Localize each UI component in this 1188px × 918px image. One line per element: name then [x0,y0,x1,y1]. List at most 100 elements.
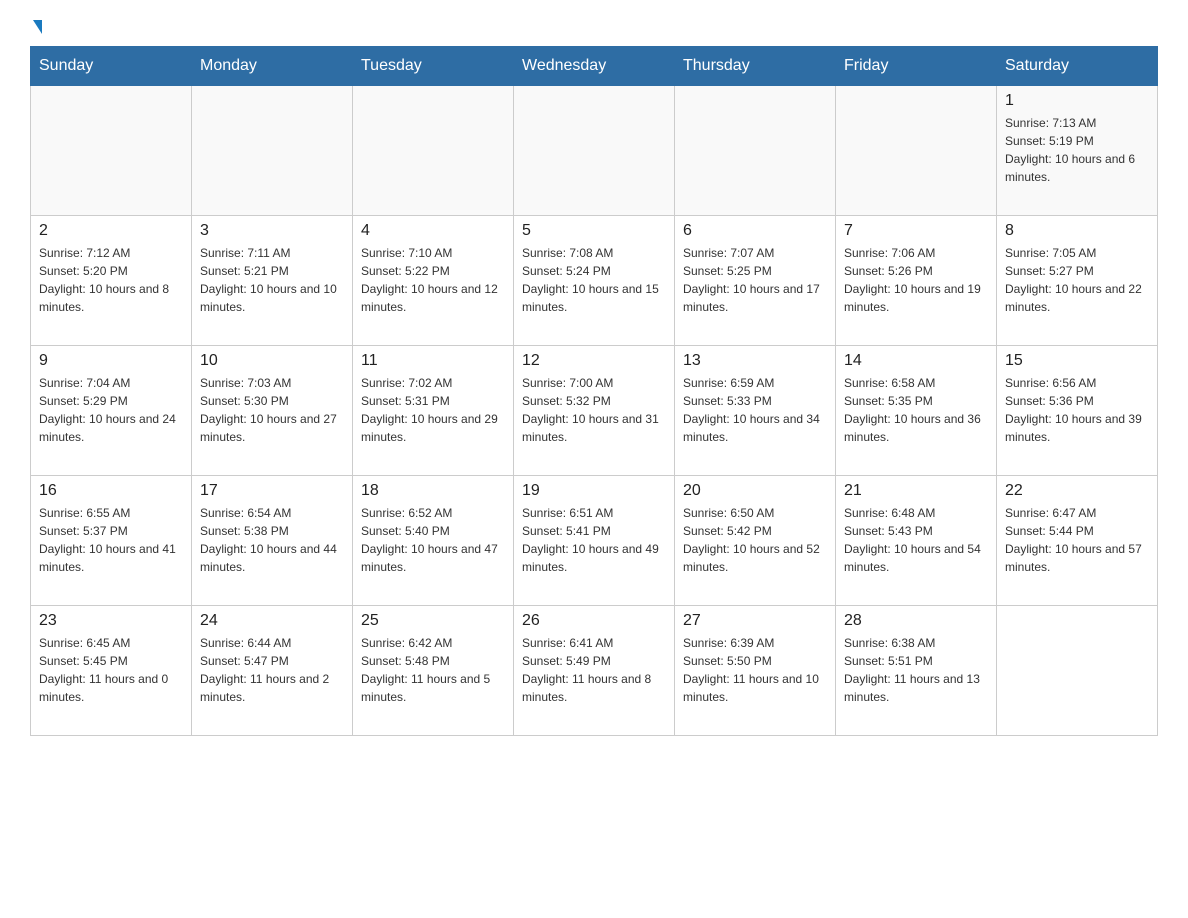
day-info: Sunrise: 7:00 AM Sunset: 5:32 PM Dayligh… [522,374,666,446]
day-number: 10 [200,352,344,370]
calendar-cell: 23 Sunrise: 6:45 AM Sunset: 5:45 PM Dayli… [31,606,192,736]
day-of-week-header: Friday [836,47,997,86]
calendar-cell [353,86,514,216]
day-info: Sunrise: 6:50 AM Sunset: 5:42 PM Dayligh… [683,504,827,576]
calendar-cell: 20 Sunrise: 6:50 AM Sunset: 5:42 PM Dayli… [675,476,836,606]
day-number: 4 [361,222,505,240]
day-number: 7 [844,222,988,240]
day-info: Sunrise: 6:47 AM Sunset: 5:44 PM Dayligh… [1005,504,1149,576]
day-info: Sunrise: 7:12 AM Sunset: 5:20 PM Dayligh… [39,244,183,316]
calendar-cell: 5Sunrise: 7:08 AM Sunset: 5:24 PM Daylig… [514,216,675,346]
day-number: 6 [683,222,827,240]
day-info: Sunrise: 6:58 AM Sunset: 5:35 PM Dayligh… [844,374,988,446]
day-info: Sunrise: 6:39 AM Sunset: 5:50 PM Dayligh… [683,634,827,706]
calendar-cell: 16 Sunrise: 6:55 AM Sunset: 5:37 PM Dayli… [31,476,192,606]
day-number: 18 [361,482,505,500]
calendar-cell: 10 Sunrise: 7:03 AM Sunset: 5:30 PM Dayli… [192,346,353,476]
logo-triangle-icon [33,20,42,34]
calendar-cell: 11 Sunrise: 7:02 AM Sunset: 5:31 PM Dayli… [353,346,514,476]
day-number: 19 [522,482,666,500]
day-info: Sunrise: 6:55 AM Sunset: 5:37 PM Dayligh… [39,504,183,576]
day-number: 22 [1005,482,1149,500]
day-of-week-header: Tuesday [353,47,514,86]
day-number: 20 [683,482,827,500]
day-info: Sunrise: 7:07 AM Sunset: 5:25 PM Dayligh… [683,244,827,316]
calendar-cell [997,606,1158,736]
calendar-week-row: 1Sunrise: 7:13 AM Sunset: 5:19 PM Daylig… [31,86,1158,216]
calendar-cell: 26Sunrise: 6:41 AM Sunset: 5:49 PM Dayli… [514,606,675,736]
calendar-cell: 19 Sunrise: 6:51 AM Sunset: 5:41 PM Dayli… [514,476,675,606]
day-info: Sunrise: 7:06 AM Sunset: 5:26 PM Dayligh… [844,244,988,316]
day-number: 23 [39,612,183,630]
day-number: 3 [200,222,344,240]
day-number: 8 [1005,222,1149,240]
day-number: 15 [1005,352,1149,370]
day-info: Sunrise: 7:10 AM Sunset: 5:22 PM Dayligh… [361,244,505,316]
day-number: 2 [39,222,183,240]
day-number: 16 [39,482,183,500]
calendar-cell: 22 Sunrise: 6:47 AM Sunset: 5:44 PM Dayli… [997,476,1158,606]
day-number: 9 [39,352,183,370]
day-of-week-header: Thursday [675,47,836,86]
logo [30,20,42,36]
calendar-cell: 6 Sunrise: 7:07 AM Sunset: 5:25 PM Daylig… [675,216,836,346]
calendar-cell: 14 Sunrise: 6:58 AM Sunset: 5:35 PM Dayli… [836,346,997,476]
calendar-week-row: 16 Sunrise: 6:55 AM Sunset: 5:37 PM Dayli… [31,476,1158,606]
day-info: Sunrise: 7:02 AM Sunset: 5:31 PM Dayligh… [361,374,505,446]
day-info: Sunrise: 6:59 AM Sunset: 5:33 PM Dayligh… [683,374,827,446]
calendar-cell: 28 Sunrise: 6:38 AM Sunset: 5:51 PM Dayli… [836,606,997,736]
day-number: 1 [1005,92,1149,110]
calendar-table: SundayMondayTuesdayWednesdayThursdayFrid… [30,46,1158,736]
calendar-cell: 15 Sunrise: 6:56 AM Sunset: 5:36 PM Dayli… [997,346,1158,476]
day-info: Sunrise: 6:51 AM Sunset: 5:41 PM Dayligh… [522,504,666,576]
calendar-cell [514,86,675,216]
day-number: 26 [522,612,666,630]
calendar-cell [836,86,997,216]
calendar-cell: 3 Sunrise: 7:11 AM Sunset: 5:21 PM Daylig… [192,216,353,346]
day-info: Sunrise: 6:42 AM Sunset: 5:48 PM Dayligh… [361,634,505,706]
day-of-week-header: Sunday [31,47,192,86]
calendar-cell: 27 Sunrise: 6:39 AM Sunset: 5:50 PM Dayli… [675,606,836,736]
day-number: 11 [361,352,505,370]
calendar-cell: 12 Sunrise: 7:00 AM Sunset: 5:32 PM Dayli… [514,346,675,476]
calendar-cell: 24 Sunrise: 6:44 AM Sunset: 5:47 PM Dayli… [192,606,353,736]
calendar-cell: 4 Sunrise: 7:10 AM Sunset: 5:22 PM Daylig… [353,216,514,346]
calendar-cell: 2 Sunrise: 7:12 AM Sunset: 5:20 PM Daylig… [31,216,192,346]
day-number: 21 [844,482,988,500]
day-info: Sunrise: 6:38 AM Sunset: 5:51 PM Dayligh… [844,634,988,706]
day-number: 13 [683,352,827,370]
day-info: Sunrise: 6:52 AM Sunset: 5:40 PM Dayligh… [361,504,505,576]
day-info: Sunrise: 6:45 AM Sunset: 5:45 PM Dayligh… [39,634,183,706]
day-info: Sunrise: 6:54 AM Sunset: 5:38 PM Dayligh… [200,504,344,576]
calendar-cell [675,86,836,216]
day-number: 28 [844,612,988,630]
calendar-cell: 18 Sunrise: 6:52 AM Sunset: 5:40 PM Dayli… [353,476,514,606]
calendar-cell [192,86,353,216]
calendar-header-row: SundayMondayTuesdayWednesdayThursdayFrid… [31,47,1158,86]
page-header [30,20,1158,36]
day-of-week-header: Wednesday [514,47,675,86]
day-number: 25 [361,612,505,630]
day-info: Sunrise: 6:44 AM Sunset: 5:47 PM Dayligh… [200,634,344,706]
day-of-week-header: Monday [192,47,353,86]
calendar-cell: 7 Sunrise: 7:06 AM Sunset: 5:26 PM Daylig… [836,216,997,346]
day-info: Sunrise: 7:05 AM Sunset: 5:27 PM Dayligh… [1005,244,1149,316]
calendar-cell: 9Sunrise: 7:04 AM Sunset: 5:29 PM Daylig… [31,346,192,476]
day-number: 5 [522,222,666,240]
day-number: 14 [844,352,988,370]
calendar-cell: 21 Sunrise: 6:48 AM Sunset: 5:43 PM Dayli… [836,476,997,606]
calendar-week-row: 23 Sunrise: 6:45 AM Sunset: 5:45 PM Dayli… [31,606,1158,736]
day-info: Sunrise: 7:03 AM Sunset: 5:30 PM Dayligh… [200,374,344,446]
calendar-cell: 17Sunrise: 6:54 AM Sunset: 5:38 PM Dayli… [192,476,353,606]
day-number: 24 [200,612,344,630]
calendar-cell: 8 Sunrise: 7:05 AM Sunset: 5:27 PM Daylig… [997,216,1158,346]
day-info: Sunrise: 6:48 AM Sunset: 5:43 PM Dayligh… [844,504,988,576]
day-number: 27 [683,612,827,630]
day-number: 12 [522,352,666,370]
calendar-week-row: 9Sunrise: 7:04 AM Sunset: 5:29 PM Daylig… [31,346,1158,476]
day-info: Sunrise: 7:11 AM Sunset: 5:21 PM Dayligh… [200,244,344,316]
calendar-week-row: 2 Sunrise: 7:12 AM Sunset: 5:20 PM Daylig… [31,216,1158,346]
day-info: Sunrise: 6:56 AM Sunset: 5:36 PM Dayligh… [1005,374,1149,446]
calendar-cell: 25 Sunrise: 6:42 AM Sunset: 5:48 PM Dayli… [353,606,514,736]
calendar-cell [31,86,192,216]
